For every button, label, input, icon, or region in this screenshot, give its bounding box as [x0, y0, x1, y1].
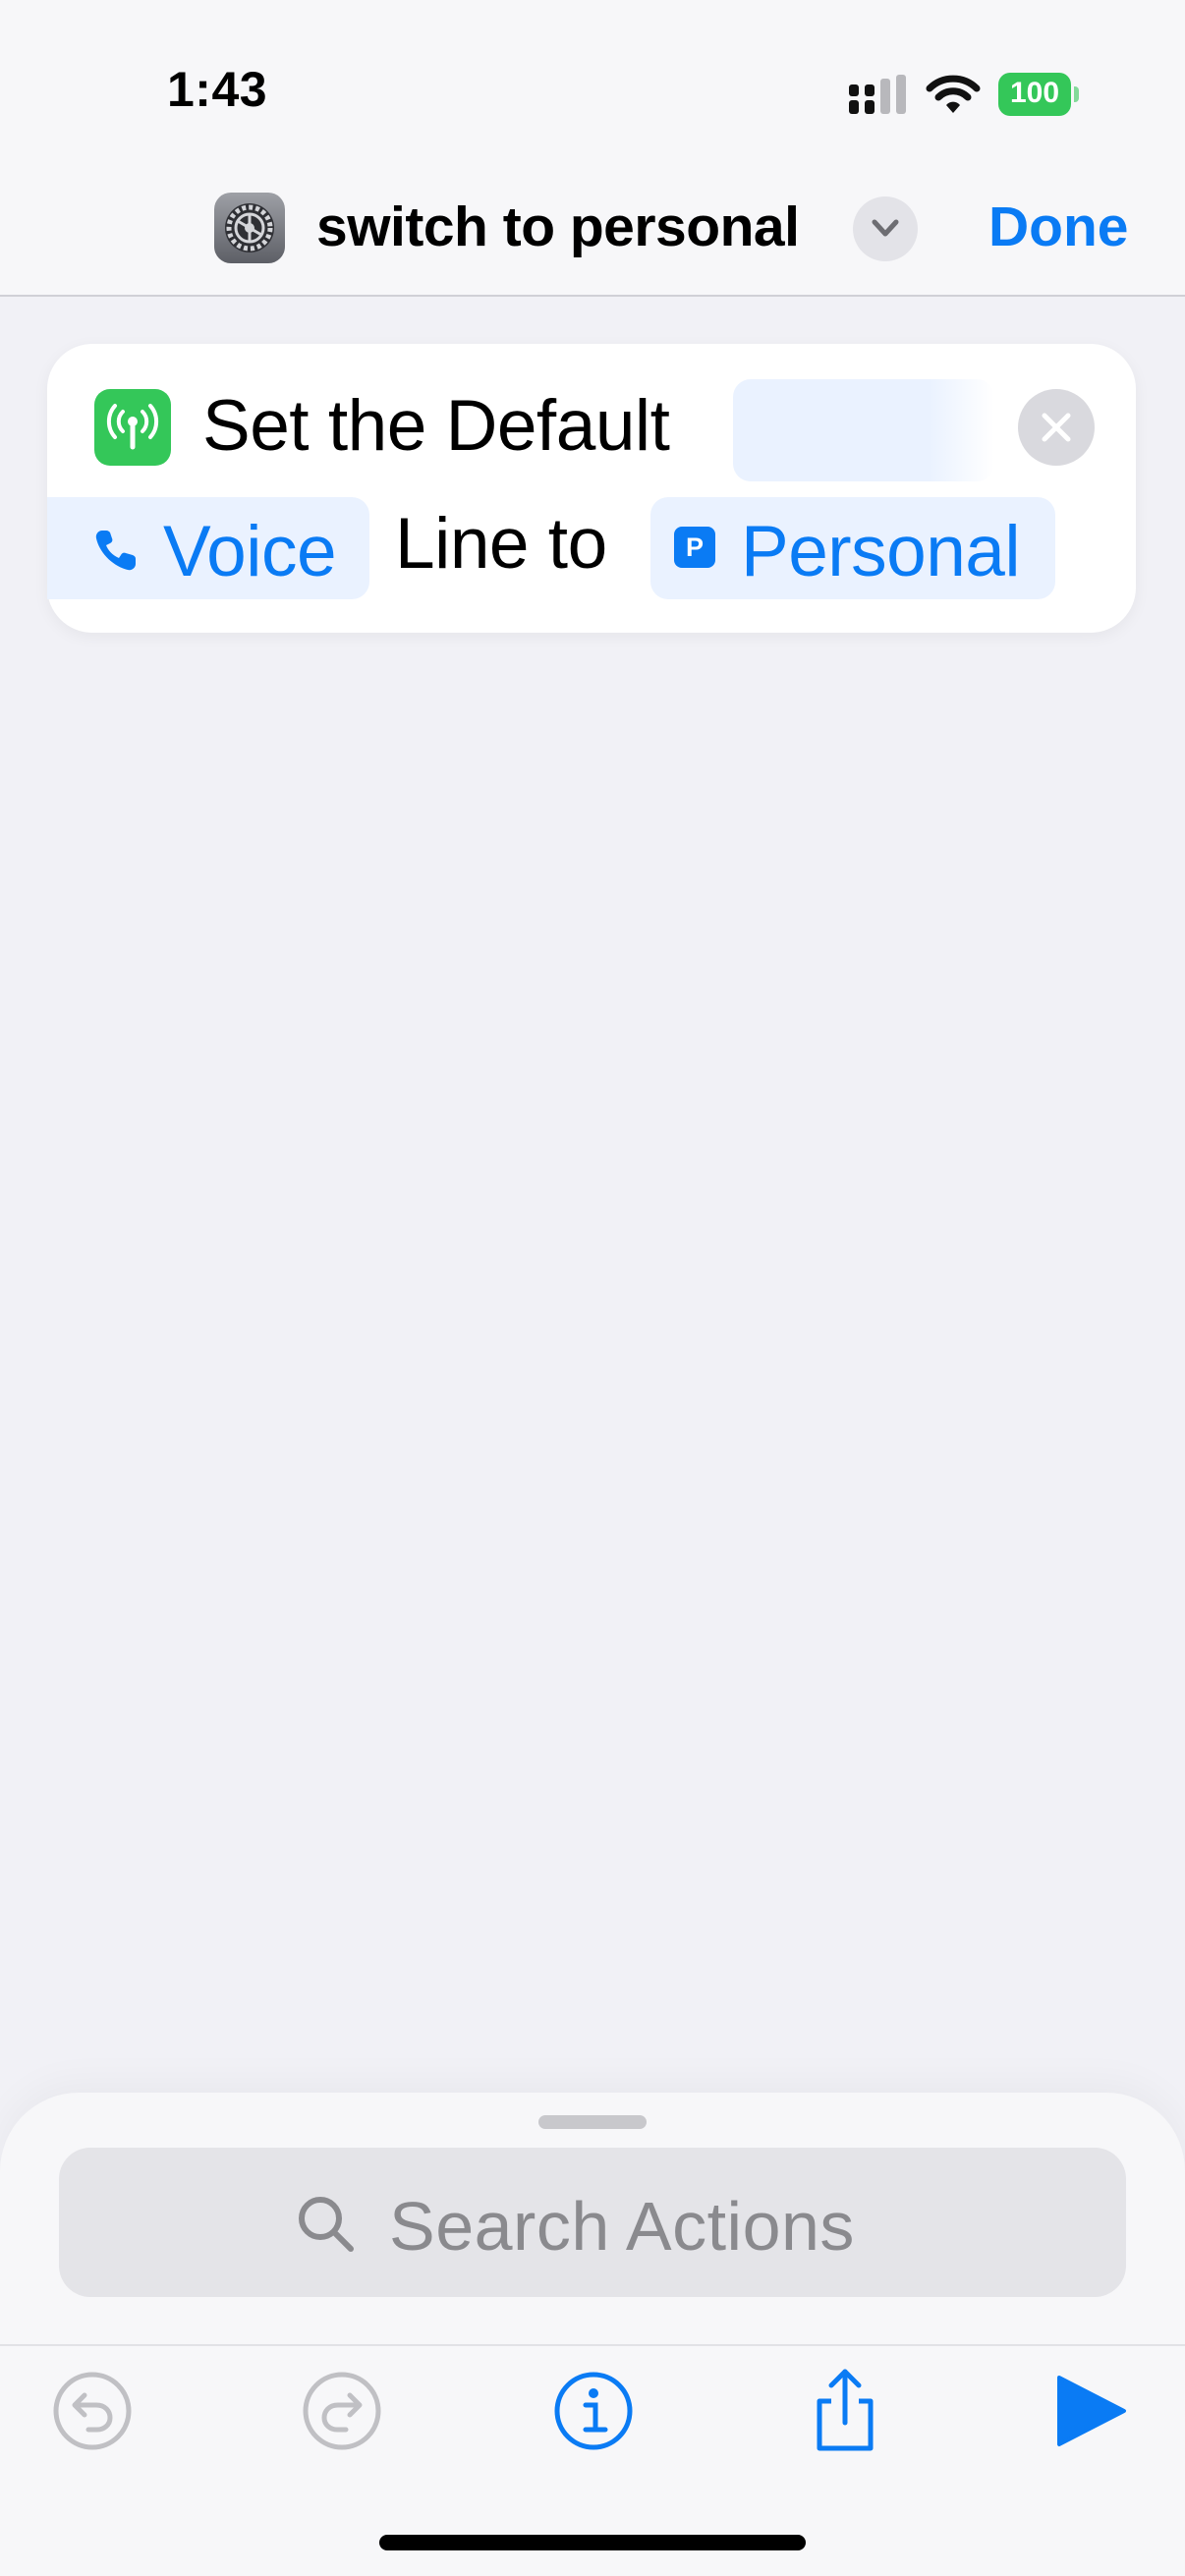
battery-level: 100 — [1009, 77, 1060, 109]
status-bar: 1:43 100 — [0, 0, 1185, 157]
undo-icon[interactable] — [45, 2364, 140, 2458]
done-button[interactable]: Done — [988, 195, 1129, 259]
home-indicator[interactable] — [379, 2535, 806, 2550]
phone-icon — [95, 531, 136, 571]
voice-parameter[interactable]: Voice — [47, 497, 369, 599]
cellular-signal-icon — [849, 75, 906, 114]
play-icon[interactable] — [1042, 2364, 1136, 2458]
search-actions-field[interactable]: Search Actions — [59, 2148, 1126, 2297]
blank-parameter[interactable] — [733, 379, 994, 481]
wifi-icon — [926, 75, 981, 113]
personal-label: Personal — [741, 512, 1021, 591]
shortcut-title[interactable]: switch to personal — [316, 195, 800, 259]
info-icon[interactable] — [546, 2364, 641, 2458]
search-placeholder: Search Actions — [389, 2188, 855, 2265]
battery-icon: 100 — [998, 73, 1079, 116]
line-badge-icon: P — [674, 527, 715, 568]
action-text-set-default: Set the Default — [202, 386, 670, 466]
sheet-grabber[interactable] — [538, 2115, 647, 2129]
navigation-bar: switch to personal Done — [0, 157, 1185, 297]
magnifying-glass-icon — [299, 2197, 354, 2252]
share-icon[interactable] — [798, 2364, 892, 2458]
close-icon[interactable] — [1018, 389, 1095, 466]
status-time: 1:43 — [167, 62, 268, 117]
redo-icon[interactable] — [295, 2364, 389, 2458]
settings-gear-icon[interactable] — [214, 193, 285, 263]
personal-parameter[interactable]: P Personal — [650, 497, 1055, 599]
chevron-down-icon[interactable] — [853, 196, 918, 261]
cellular-antenna-icon — [94, 389, 171, 466]
voice-label: Voice — [163, 512, 337, 591]
toolbar-divider — [0, 2344, 1185, 2346]
action-text-line-to: Line to — [395, 504, 607, 584]
